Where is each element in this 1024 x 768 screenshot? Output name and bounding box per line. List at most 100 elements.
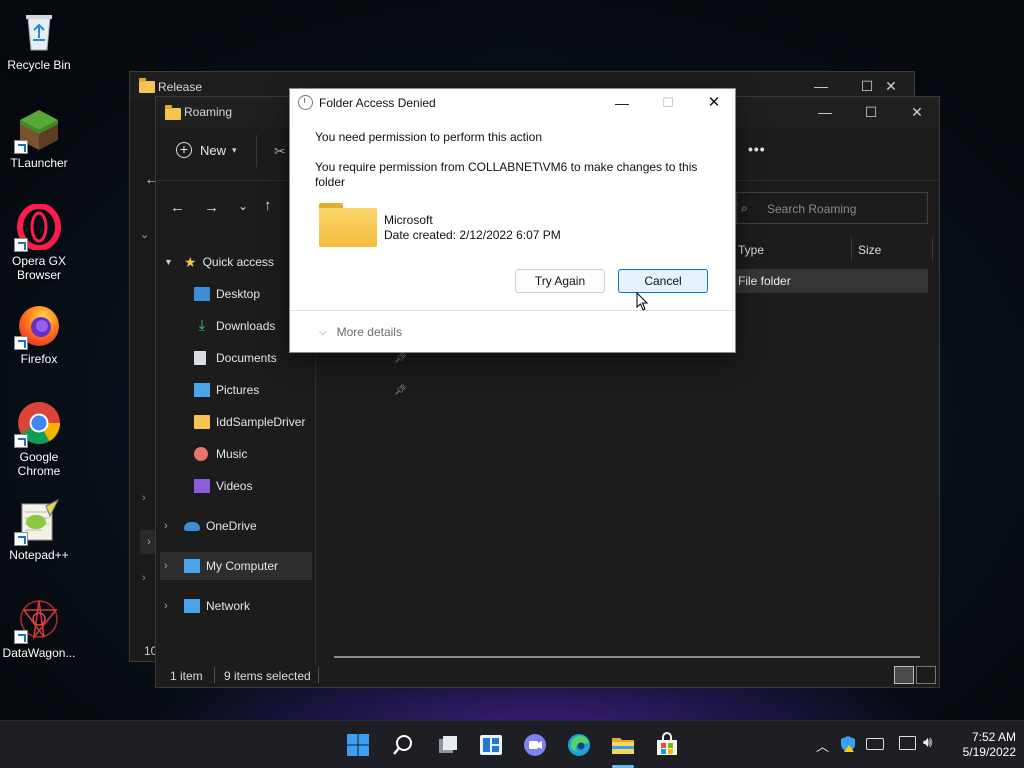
- more-options-button[interactable]: •••: [748, 141, 766, 157]
- desktop-icon-label: Notepad++: [9, 548, 69, 562]
- desktop-folder-icon: [194, 287, 210, 301]
- start-button[interactable]: [344, 731, 372, 759]
- dialog-title: Folder Access Denied: [319, 96, 436, 110]
- large-folder-icon: [319, 203, 377, 247]
- search-button[interactable]: [389, 731, 417, 759]
- chevron-right-icon: ›: [164, 600, 168, 612]
- horizontal-scrollbar[interactable]: [334, 656, 920, 658]
- shortcut-arrow-icon: [14, 140, 28, 154]
- folder-icon: [139, 78, 155, 93]
- shortcut-arrow-icon: [14, 532, 28, 546]
- datawagon-icon: [14, 596, 62, 644]
- download-arrow-icon: ⤓: [198, 317, 206, 334]
- folder-name: Microsoft: [384, 213, 433, 227]
- status-selected-count: 9 items selected: [224, 669, 311, 683]
- clock-date: 5/19/2022: [962, 745, 1016, 759]
- pictures-icon: [194, 383, 210, 397]
- column-headers: Type Size: [736, 235, 936, 265]
- nav-label: Network: [206, 599, 251, 613]
- notepad-plus-plus-icon: [14, 498, 62, 546]
- up-arrow-icon[interactable]: ↑: [264, 197, 272, 214]
- chevron-down-icon: ⌵: [319, 326, 327, 338]
- maximize-button[interactable]: ☐: [848, 97, 894, 127]
- status-bar: 1 item 9 items selected: [156, 665, 939, 687]
- try-again-button[interactable]: Try Again: [515, 269, 605, 293]
- keyboard-icon[interactable]: [866, 738, 884, 750]
- edge-browser-button[interactable]: [565, 731, 593, 759]
- nav-item-pictures[interactable]: Pictures 📌︎: [194, 376, 407, 404]
- opera-gx-icon: [14, 203, 62, 252]
- nav-label: Quick access: [202, 255, 274, 269]
- search-icon: ⌕: [741, 201, 748, 215]
- nav-onedrive[interactable]: › OneDrive: [164, 512, 322, 540]
- task-view-button[interactable]: [434, 731, 462, 759]
- window-title: Release: [158, 80, 203, 94]
- desktop-icon-google-chrome[interactable]: Google Chrome: [0, 400, 78, 478]
- nav-label: Music: [216, 447, 248, 461]
- nav-network[interactable]: › Network: [164, 592, 322, 620]
- cancel-button[interactable]: Cancel: [618, 269, 708, 293]
- column-header-type[interactable]: Type: [738, 243, 764, 257]
- nav-label: IddSampleDriver: [216, 415, 306, 429]
- column-divider: [932, 237, 933, 261]
- cut-icon[interactable]: ✂: [274, 143, 286, 160]
- document-icon: [194, 351, 206, 365]
- new-label: New: [200, 142, 227, 158]
- minimize-button[interactable]: —: [604, 91, 640, 115]
- clock[interactable]: 7:52 AM 5/19/2022: [948, 730, 1016, 760]
- nav-item-videos[interactable]: Videos: [194, 472, 352, 500]
- desktop-icon-datawagon[interactable]: DataWagon...: [0, 596, 78, 660]
- desktop-icon-label: TLauncher: [10, 156, 68, 170]
- details-view-button[interactable]: [894, 666, 914, 684]
- desktop-icon-label: Google Chrome: [17, 450, 61, 478]
- close-button[interactable]: ✕: [894, 97, 940, 127]
- teams-chat-button[interactable]: [521, 731, 549, 759]
- file-explorer-button[interactable]: [609, 731, 637, 759]
- cloud-icon: [184, 521, 200, 531]
- firefox-icon: [14, 302, 62, 350]
- desktop-icon-firefox[interactable]: Firefox: [0, 302, 78, 366]
- folder-icon: [194, 415, 210, 429]
- nav-item-iddsampledriver[interactable]: IddSampleDriver: [194, 408, 352, 436]
- nav-label: Videos: [216, 479, 253, 493]
- search-placeholder: Search Roaming: [767, 202, 857, 216]
- network-status-icon[interactable]: [899, 736, 916, 750]
- chevron-right-icon[interactable]: ›: [142, 492, 146, 504]
- folder-access-denied-dialog[interactable]: Folder Access Denied — ☐ ✕ You need perm…: [289, 88, 736, 353]
- security-shield-warning-icon[interactable]: [840, 735, 856, 753]
- back-arrow-icon[interactable]: ←: [170, 199, 185, 216]
- new-button[interactable]: + New ▾: [176, 142, 237, 158]
- folder-date-created: Date created: 2/12/2022 6:07 PM: [384, 228, 561, 242]
- search-box[interactable]: ⌕ Search Roaming: [736, 192, 928, 224]
- microsoft-store-button[interactable]: [653, 731, 681, 759]
- more-details-toggle[interactable]: ⌵ More details: [319, 325, 402, 339]
- widgets-button[interactable]: [477, 731, 505, 759]
- maximize-button: ☐: [662, 95, 674, 110]
- forward-arrow-icon[interactable]: →: [204, 199, 219, 216]
- tlauncher-icon: [14, 106, 62, 154]
- nav-item-music[interactable]: Music: [194, 440, 352, 468]
- column-header-size[interactable]: Size: [858, 243, 881, 257]
- chevron-down-icon[interactable]: ⌄: [140, 228, 149, 241]
- show-hidden-icons-chevron-icon[interactable]: ︿: [816, 736, 829, 755]
- nav-my-computer[interactable]: › My Computer: [160, 552, 312, 580]
- recent-locations-chevron-icon[interactable]: ⌄: [238, 199, 248, 213]
- file-type-cell: File folder: [738, 274, 791, 288]
- desktop-icon-label: DataWagon...: [2, 646, 76, 660]
- dialog-message-secondary: You require permission from COLLABNET\VM…: [315, 160, 698, 189]
- desktop-icon-notepad-plus-plus[interactable]: Notepad++: [0, 498, 78, 562]
- desktop-icon-opera-gx[interactable]: Opera GX Browser: [0, 203, 78, 282]
- chevron-right-icon[interactable]: ›: [142, 572, 146, 584]
- pin-icon: 📌︎: [394, 353, 407, 364]
- folder-icon: [165, 105, 181, 120]
- chevron-down-icon: ▾: [232, 144, 237, 155]
- file-row-selected[interactable]: File folder: [734, 269, 928, 293]
- desktop-icon-recycle-bin[interactable]: Recycle Bin: [0, 8, 78, 72]
- tiles-view-button[interactable]: [916, 666, 936, 684]
- desktop-icon-tlauncher[interactable]: TLauncher: [0, 106, 78, 170]
- chevron-right-icon: ›: [164, 560, 168, 572]
- minimize-button[interactable]: —: [802, 97, 848, 127]
- volume-icon[interactable]: 🔊︎: [923, 734, 932, 751]
- nav-label: Documents: [216, 351, 277, 365]
- close-button[interactable]: ✕: [696, 91, 732, 115]
